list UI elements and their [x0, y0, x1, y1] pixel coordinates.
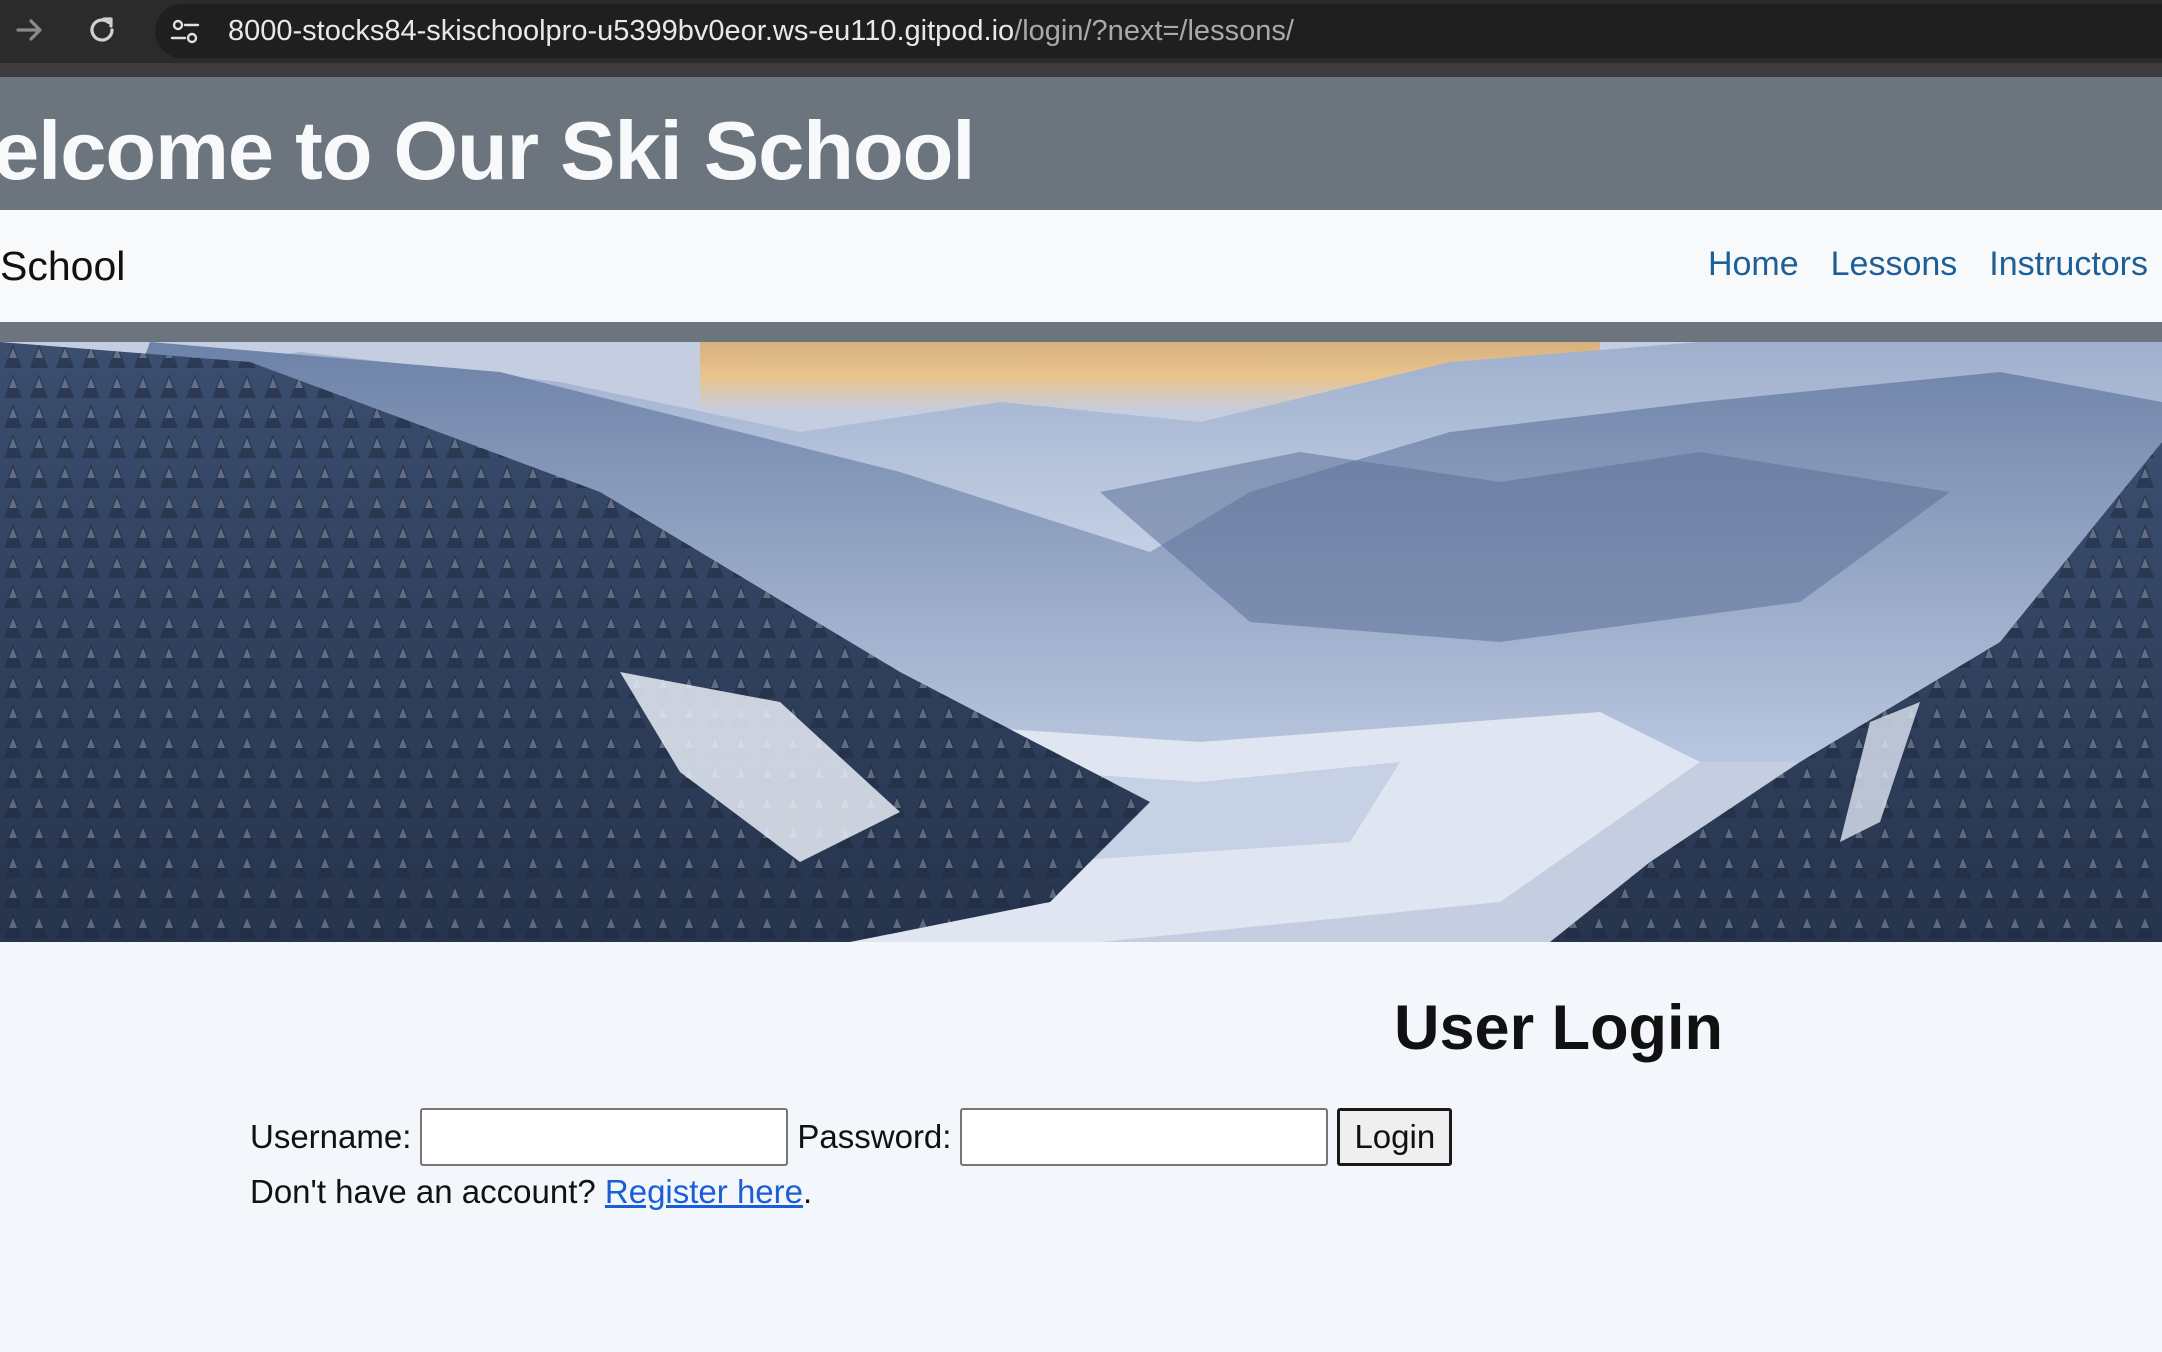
url-host: 8000-stocks84-skischoolpro-u5399bv0eor.w…: [228, 15, 1015, 47]
nav-link-instructors[interactable]: Instructors: [1989, 244, 2148, 284]
username-input[interactable]: [420, 1108, 789, 1166]
login-title: User Login: [1394, 993, 1724, 1063]
navbar: School Home Lessons Instructors: [0, 210, 2162, 322]
arrow-right-icon[interactable]: [10, 10, 50, 50]
login-button[interactable]: Login: [1337, 1108, 1453, 1166]
register-link[interactable]: Register here: [605, 1173, 803, 1210]
divider-strip: [0, 322, 2162, 342]
username-label: Username:: [250, 1118, 412, 1155]
url-path: /login/?next=/lessons/: [1014, 15, 1294, 47]
address-bar[interactable]: 8000-stocks84-skischoolpro-u5399bv0eor.w…: [155, 4, 2162, 58]
register-suffix: .: [803, 1173, 813, 1210]
url-text[interactable]: 8000-stocks84-skischoolpro-u5399bv0eor.w…: [228, 13, 1294, 49]
nav-links: Home Lessons Instructors: [1708, 244, 2148, 284]
password-label: Password:: [797, 1118, 952, 1155]
register-prompt-text: Don't have an account?: [250, 1173, 596, 1210]
nav-link-home[interactable]: Home: [1708, 244, 1799, 284]
browser-toolbar: 8000-stocks84-skischoolpro-u5399bv0eor.w…: [0, 0, 2162, 77]
welcome-title: elcome to Our Ski School: [0, 104, 975, 197]
tune-icon[interactable]: [169, 16, 201, 48]
navbar-brand[interactable]: School: [0, 242, 125, 290]
reload-icon[interactable]: [82, 10, 122, 50]
welcome-banner: elcome to Our Ski School: [0, 77, 2162, 210]
nav-link-lessons[interactable]: Lessons: [1831, 244, 1958, 284]
password-input[interactable]: [960, 1108, 1329, 1166]
snowy-mountain-valley-image: [0, 342, 2162, 942]
login-form: Username: Password: Login: [250, 1108, 1453, 1166]
register-prompt: Don't have an account? Register here.: [250, 1172, 812, 1212]
